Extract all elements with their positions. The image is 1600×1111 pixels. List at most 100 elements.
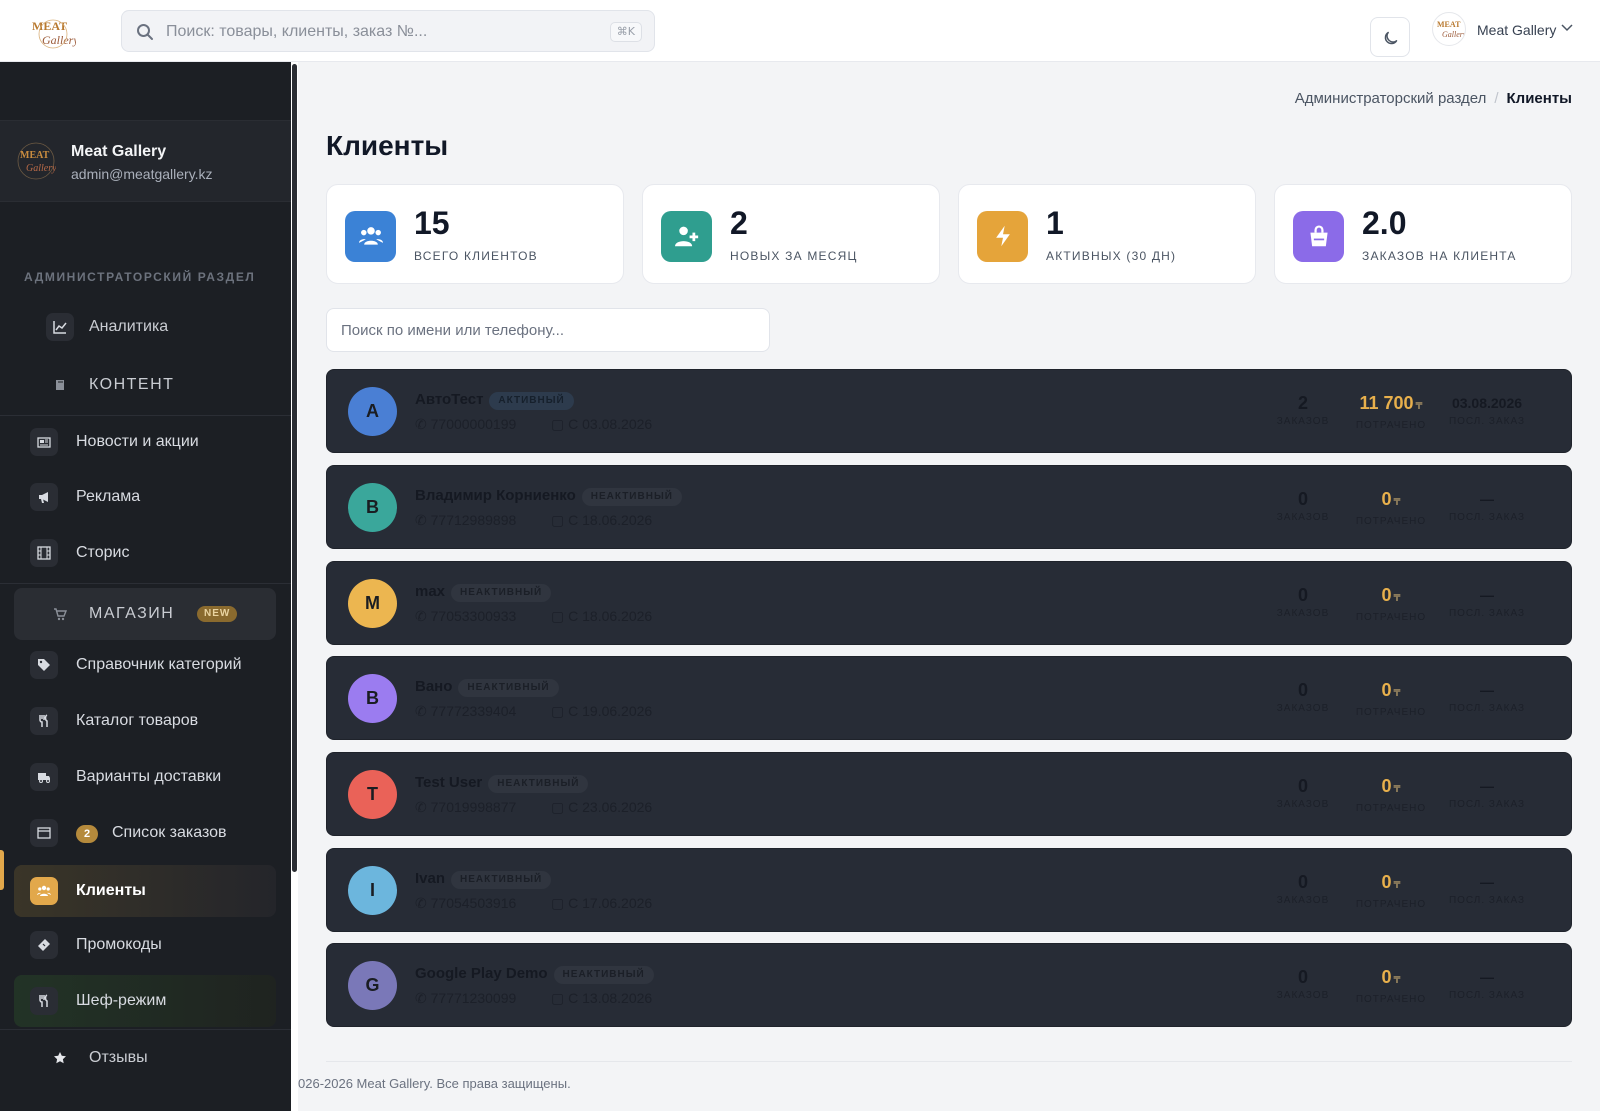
sidebar-group-shop[interactable]: МАГАЗИН NEW: [14, 588, 276, 640]
client-name-line[interactable]: Владимир Корниенко НЕАКТИВНЫЙ: [415, 487, 682, 506]
spent-metric: 0 ₸ ПОТРАЧЕНО: [1341, 584, 1441, 623]
client-name[interactable]: Google Play Demo: [415, 965, 548, 982]
client-phone-number: 77772339404: [430, 703, 517, 719]
client-phone: ✆ 77000000199: [415, 416, 516, 433]
brand-logo-icon[interactable]: MEAT Gallery: [30, 16, 76, 50]
svg-text:MEAT: MEAT: [20, 150, 50, 161]
sidebar-item-categories[interactable]: Справочник категорий: [14, 640, 276, 690]
client-since: ▢ С 03.08.2026: [551, 416, 652, 433]
sidebar-item-label: Промокоды: [76, 936, 162, 953]
sidebar-item-ads[interactable]: Реклама: [14, 472, 276, 522]
orders-metric: 0 ЗАКАЗОВ: [1263, 966, 1343, 1001]
client-row[interactable]: T Test User НЕАКТИВНЫЙ ✆ 77019998877 ▢ С 23.…: [326, 752, 1572, 836]
sidebar-scrollbar[interactable]: [291, 62, 298, 1111]
orders-metric: 0 ЗАКАЗОВ: [1263, 679, 1343, 714]
last-order-date: —: [1480, 682, 1494, 698]
last-order-date: —: [1480, 874, 1494, 890]
client-row[interactable]: A АвтоТест АКТИВНЫЙ ✆ 77000000199 ▢ С 03.08.…: [326, 369, 1572, 453]
spent-amount: 0: [1381, 489, 1392, 509]
client-name-line[interactable]: Ivan НЕАКТИВНЫЙ: [415, 870, 552, 889]
sidebar-item-label: Клиенты: [76, 882, 146, 899]
sidebar-item-stories[interactable]: Сторис: [14, 528, 276, 578]
spent-metric: 0 ₸ ПОТРАЧЕНО: [1341, 488, 1441, 527]
sidebar-group-content[interactable]: КОНТЕНТ: [14, 360, 276, 410]
orders-metric: 0 ЗАКАЗОВ: [1263, 584, 1343, 619]
sidebar-item-reviews[interactable]: Отзывы: [14, 1033, 276, 1083]
last-order-metric: — ПОСЛ. ЗАКАЗ: [1437, 871, 1537, 906]
page-title: Клиенты: [326, 130, 449, 161]
sidebar-item-partial[interactable]: [14, 1084, 276, 1111]
sidebar-item-news[interactable]: Новости и акции: [14, 417, 276, 467]
user-avatar[interactable]: MEAT Gallery: [1432, 12, 1466, 46]
client-name[interactable]: АвтоТест: [415, 391, 483, 408]
client-row[interactable]: G Google Play Demo НЕАКТИВНЫЙ ✆ 77771230099…: [326, 943, 1572, 1027]
client-row[interactable]: B Владимир Корниенко НЕАКТИВНЫЙ ✆ 777129898…: [326, 465, 1572, 549]
orders-label: ЗАКАЗОВ: [1276, 895, 1330, 906]
client-name[interactable]: Ivan: [415, 870, 445, 887]
ticket-icon: [30, 931, 58, 959]
client-avatar: B: [348, 674, 397, 723]
client-avatar: I: [348, 866, 397, 915]
stat-label: НОВЫХ ЗА МЕСЯЦ: [730, 249, 858, 263]
client-row[interactable]: Mmax НЕАКТИВНЫЙ ✆ 77053300933 ▢ С 18.06.202…: [326, 561, 1572, 645]
last-order-label: ПОСЛ. ЗАКАЗ: [1448, 512, 1526, 523]
truck-icon: [30, 763, 58, 791]
orders-metric: 0 ЗАКАЗОВ: [1263, 871, 1343, 906]
client-name-line[interactable]: АвтоТест АКТИВНЫЙ: [415, 391, 574, 410]
spent-amount: 0: [1381, 967, 1392, 987]
sidebar-item-label: Отзывы: [89, 1049, 148, 1066]
client-name[interactable]: max: [415, 583, 445, 600]
client-avatar: A: [348, 387, 397, 436]
client-name-line[interactable]: Вано НЕАКТИВНЫЙ: [415, 678, 559, 697]
bolt-icon: [977, 211, 1028, 262]
sidebar-item-analytics[interactable]: Аналитика: [14, 302, 276, 352]
sidebar-item-chef-mode[interactable]: Шеф-режим: [14, 975, 276, 1027]
sidebar-item-label: Шеф-режим: [76, 992, 167, 1009]
sidebar-item-catalog[interactable]: Каталог товаров: [14, 696, 276, 746]
sidebar-section-title: АДМИНИСТРАТОРСКИЙ РАЗДЕЛ: [24, 270, 256, 284]
orders-count: 0: [1297, 776, 1308, 796]
sidebar-item-label: Варианты доставки: [76, 768, 222, 785]
calendar-icon: ▢: [551, 703, 569, 719]
orders-count: 0: [1297, 967, 1308, 987]
client-search-input[interactable]: Поиск по имени или телефону...: [326, 308, 770, 352]
client-row[interactable]: B Вано НЕАКТИВНЫЙ ✆ 77772339404 ▢ С 19.06.20…: [326, 656, 1572, 740]
breadcrumb: Администраторский раздел / Клиенты: [1295, 90, 1572, 107]
sidebar-item-label: Каталог товаров: [76, 712, 199, 729]
sidebar-item-orders[interactable]: 2 Список заказов: [14, 808, 276, 858]
client-name-line[interactable]: Google Play Demo НЕАКТИВНЫЙ: [415, 965, 654, 984]
sidebar-item-promocodes[interactable]: Промокоды: [14, 920, 276, 970]
spent-label: ПОТРАЧЕНО: [1355, 516, 1427, 527]
breadcrumb-separator: /: [1494, 90, 1499, 107]
status-badge: НЕАКТИВНЫЙ: [451, 871, 552, 889]
sidebar: MEAT Gallery Meat Gallery admin@meatgall…: [0, 62, 298, 1111]
client-since: ▢ С 18.06.2026: [551, 512, 652, 529]
sidebar-item-label: Реклама: [76, 488, 141, 505]
film-icon: [30, 539, 58, 567]
last-order-metric: — ПОСЛ. ЗАКАЗ: [1437, 966, 1537, 1001]
calendar-icon: ▢: [551, 416, 569, 432]
client-row[interactable]: I Ivan НЕАКТИВНЫЙ ✆ 77054503916 ▢ С 17.06.20…: [326, 848, 1572, 932]
scrollbar-thumb[interactable]: [292, 64, 297, 872]
client-name[interactable]: Вано: [415, 678, 452, 695]
client-name-line[interactable]: Test User НЕАКТИВНЫЙ: [415, 774, 589, 793]
sidebar-profile[interactable]: MEAT Gallery Meat Gallery admin@meatgall…: [0, 120, 291, 202]
sidebar-item-clients[interactable]: Клиенты: [14, 865, 276, 917]
global-search[interactable]: Поиск: товары, клиенты, заказ №... ⌘K: [121, 10, 655, 52]
sidebar-item-delivery[interactable]: Варианты доставки: [14, 752, 276, 802]
last-order-date: —: [1480, 969, 1494, 985]
currency-symbol: ₸: [1393, 497, 1401, 508]
last-order-metric: — ПОСЛ. ЗАКАЗ: [1437, 584, 1537, 619]
user-name[interactable]: Meat Gallery: [1477, 22, 1556, 38]
client-phone: ✆ 77772339404: [415, 703, 516, 720]
client-name-line[interactable]: max НЕАКТИВНЫЙ: [415, 583, 552, 602]
breadcrumb-parent[interactable]: Администраторский раздел: [1295, 90, 1487, 107]
chevron-down-icon[interactable]: [1561, 24, 1573, 32]
client-name[interactable]: Test User: [415, 774, 482, 791]
client-phone: ✆ 77712989898: [415, 512, 516, 529]
client-name[interactable]: Владимир Корниенко: [415, 487, 576, 504]
client-since-date: С 23.06.2026: [568, 799, 653, 815]
theme-toggle-button[interactable]: [1370, 17, 1410, 57]
profile-name: Meat Gallery: [71, 143, 167, 160]
client-since-date: С 13.08.2026: [568, 990, 653, 1006]
